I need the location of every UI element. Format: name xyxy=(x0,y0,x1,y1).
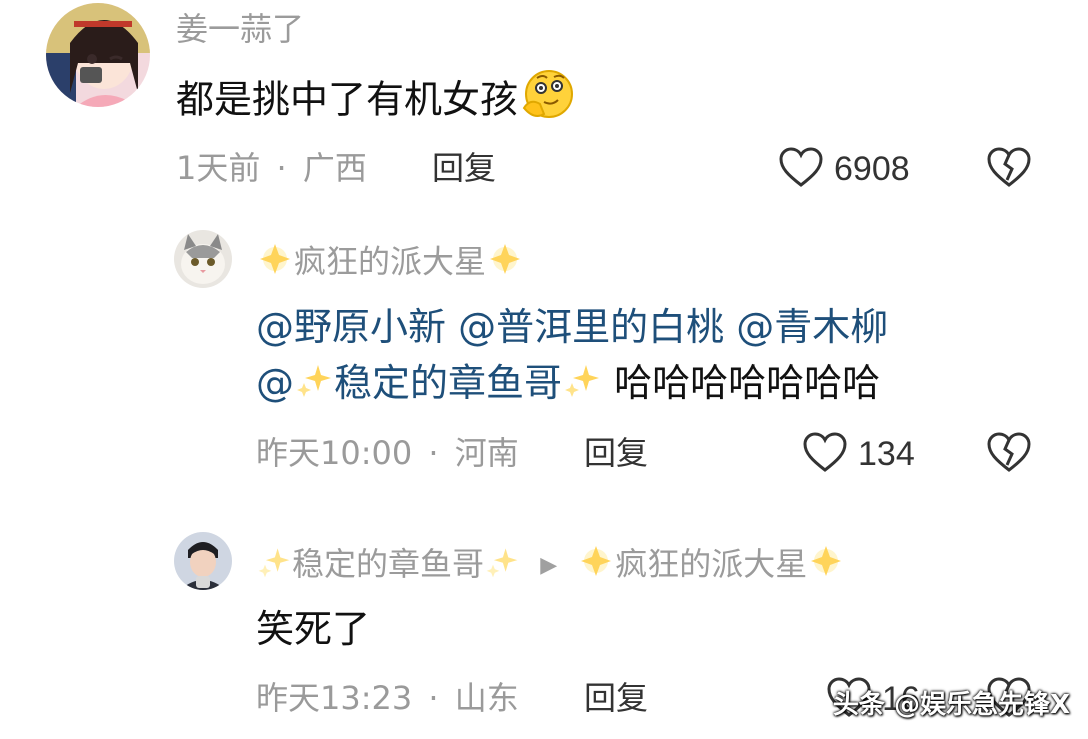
comment-text: 都是挑中了有机女孩 xyxy=(176,68,574,136)
mention-link[interactable]: @普洱里的白桃 xyxy=(458,305,724,349)
reply-to-text: 疯狂的派大星 xyxy=(615,544,808,583)
reply-button[interactable]: 回复 xyxy=(584,678,648,718)
username[interactable]: 疯狂的派大星 xyxy=(256,240,524,287)
avatar-jiang[interactable] xyxy=(46,3,150,107)
reply-button[interactable]: 回复 xyxy=(432,148,496,188)
comment-location: 河南 xyxy=(454,434,519,472)
sparkles-icon xyxy=(256,543,292,588)
comment-meta: 昨天13:23 · 山东 xyxy=(256,678,519,718)
glowing-star-icon xyxy=(256,240,294,287)
like-count: 6908 xyxy=(834,150,910,188)
mention-name: 稳定的章鱼哥 xyxy=(334,361,563,405)
reply-button[interactable]: 回复 xyxy=(584,433,648,473)
comment-text-content: 哈哈哈哈哈哈哈 xyxy=(614,361,881,405)
username-text: 疯狂的派大星 xyxy=(294,242,487,281)
username[interactable]: 稳定的章鱼哥 xyxy=(256,545,530,583)
comment-text-line-1: @野原小新 @普洱里的白桃 @青木柳 xyxy=(256,300,888,354)
like-count: 134 xyxy=(858,435,915,473)
like-button[interactable]: 6908 xyxy=(778,146,910,192)
heart-icon xyxy=(802,431,848,477)
comment-meta: 1天前 · 广西 xyxy=(176,148,367,188)
dislike-button[interactable] xyxy=(986,146,1032,192)
mention-link[interactable]: @ 稳定的章鱼哥 xyxy=(256,361,602,405)
heart-icon xyxy=(778,146,824,192)
username-reply-line: 稳定的章鱼哥 ▶ 疯狂的派大星 xyxy=(256,542,845,589)
reply-arrow-icon: ▶ xyxy=(540,552,558,578)
dislike-button[interactable] xyxy=(986,431,1032,477)
glowing-star-icon xyxy=(577,542,615,589)
reply-to-username[interactable]: 疯狂的派大星 xyxy=(577,545,845,583)
comment-time: 昨天13:23 xyxy=(256,679,413,717)
comment-time: 1天前 xyxy=(176,149,261,187)
avatar-paidaxing[interactable] xyxy=(174,230,232,288)
meta-separator: · xyxy=(428,434,439,472)
avatar-zhangyuge[interactable] xyxy=(174,532,232,590)
comment-meta: 昨天10:00 · 河南 xyxy=(256,433,519,473)
username[interactable]: 姜一蒜了 xyxy=(176,9,304,49)
watermark: 头条 @娱乐急先锋X xyxy=(832,690,1070,720)
meta-separator: · xyxy=(276,149,287,187)
comment-text-content: 都是挑中了有机女孩 xyxy=(176,77,519,122)
broken-heart-icon xyxy=(986,432,1032,477)
sparkles-icon xyxy=(562,359,602,413)
mention-at: @ xyxy=(256,361,294,405)
comment-text: 笑死了 xyxy=(256,607,371,651)
sparkles-icon xyxy=(484,543,520,588)
comment-location: 山东 xyxy=(454,679,519,717)
thinking-face-emoji-icon xyxy=(520,68,574,136)
mention-link[interactable]: @野原小新 xyxy=(256,305,446,349)
comment-text-line-2: @ 稳定的章鱼哥 哈哈哈哈哈哈哈 xyxy=(256,356,880,413)
sparkles-icon xyxy=(294,359,334,413)
comment-time: 昨天10:00 xyxy=(256,434,413,472)
meta-separator: · xyxy=(428,679,439,717)
username-text: 稳定的章鱼哥 xyxy=(292,544,485,583)
glowing-star-icon xyxy=(486,240,524,287)
like-button[interactable]: 134 xyxy=(802,431,915,477)
mention-link[interactable]: @青木柳 xyxy=(736,305,888,349)
glowing-star-icon xyxy=(807,542,845,589)
broken-heart-icon xyxy=(986,147,1032,192)
comment-location: 广西 xyxy=(302,149,367,187)
